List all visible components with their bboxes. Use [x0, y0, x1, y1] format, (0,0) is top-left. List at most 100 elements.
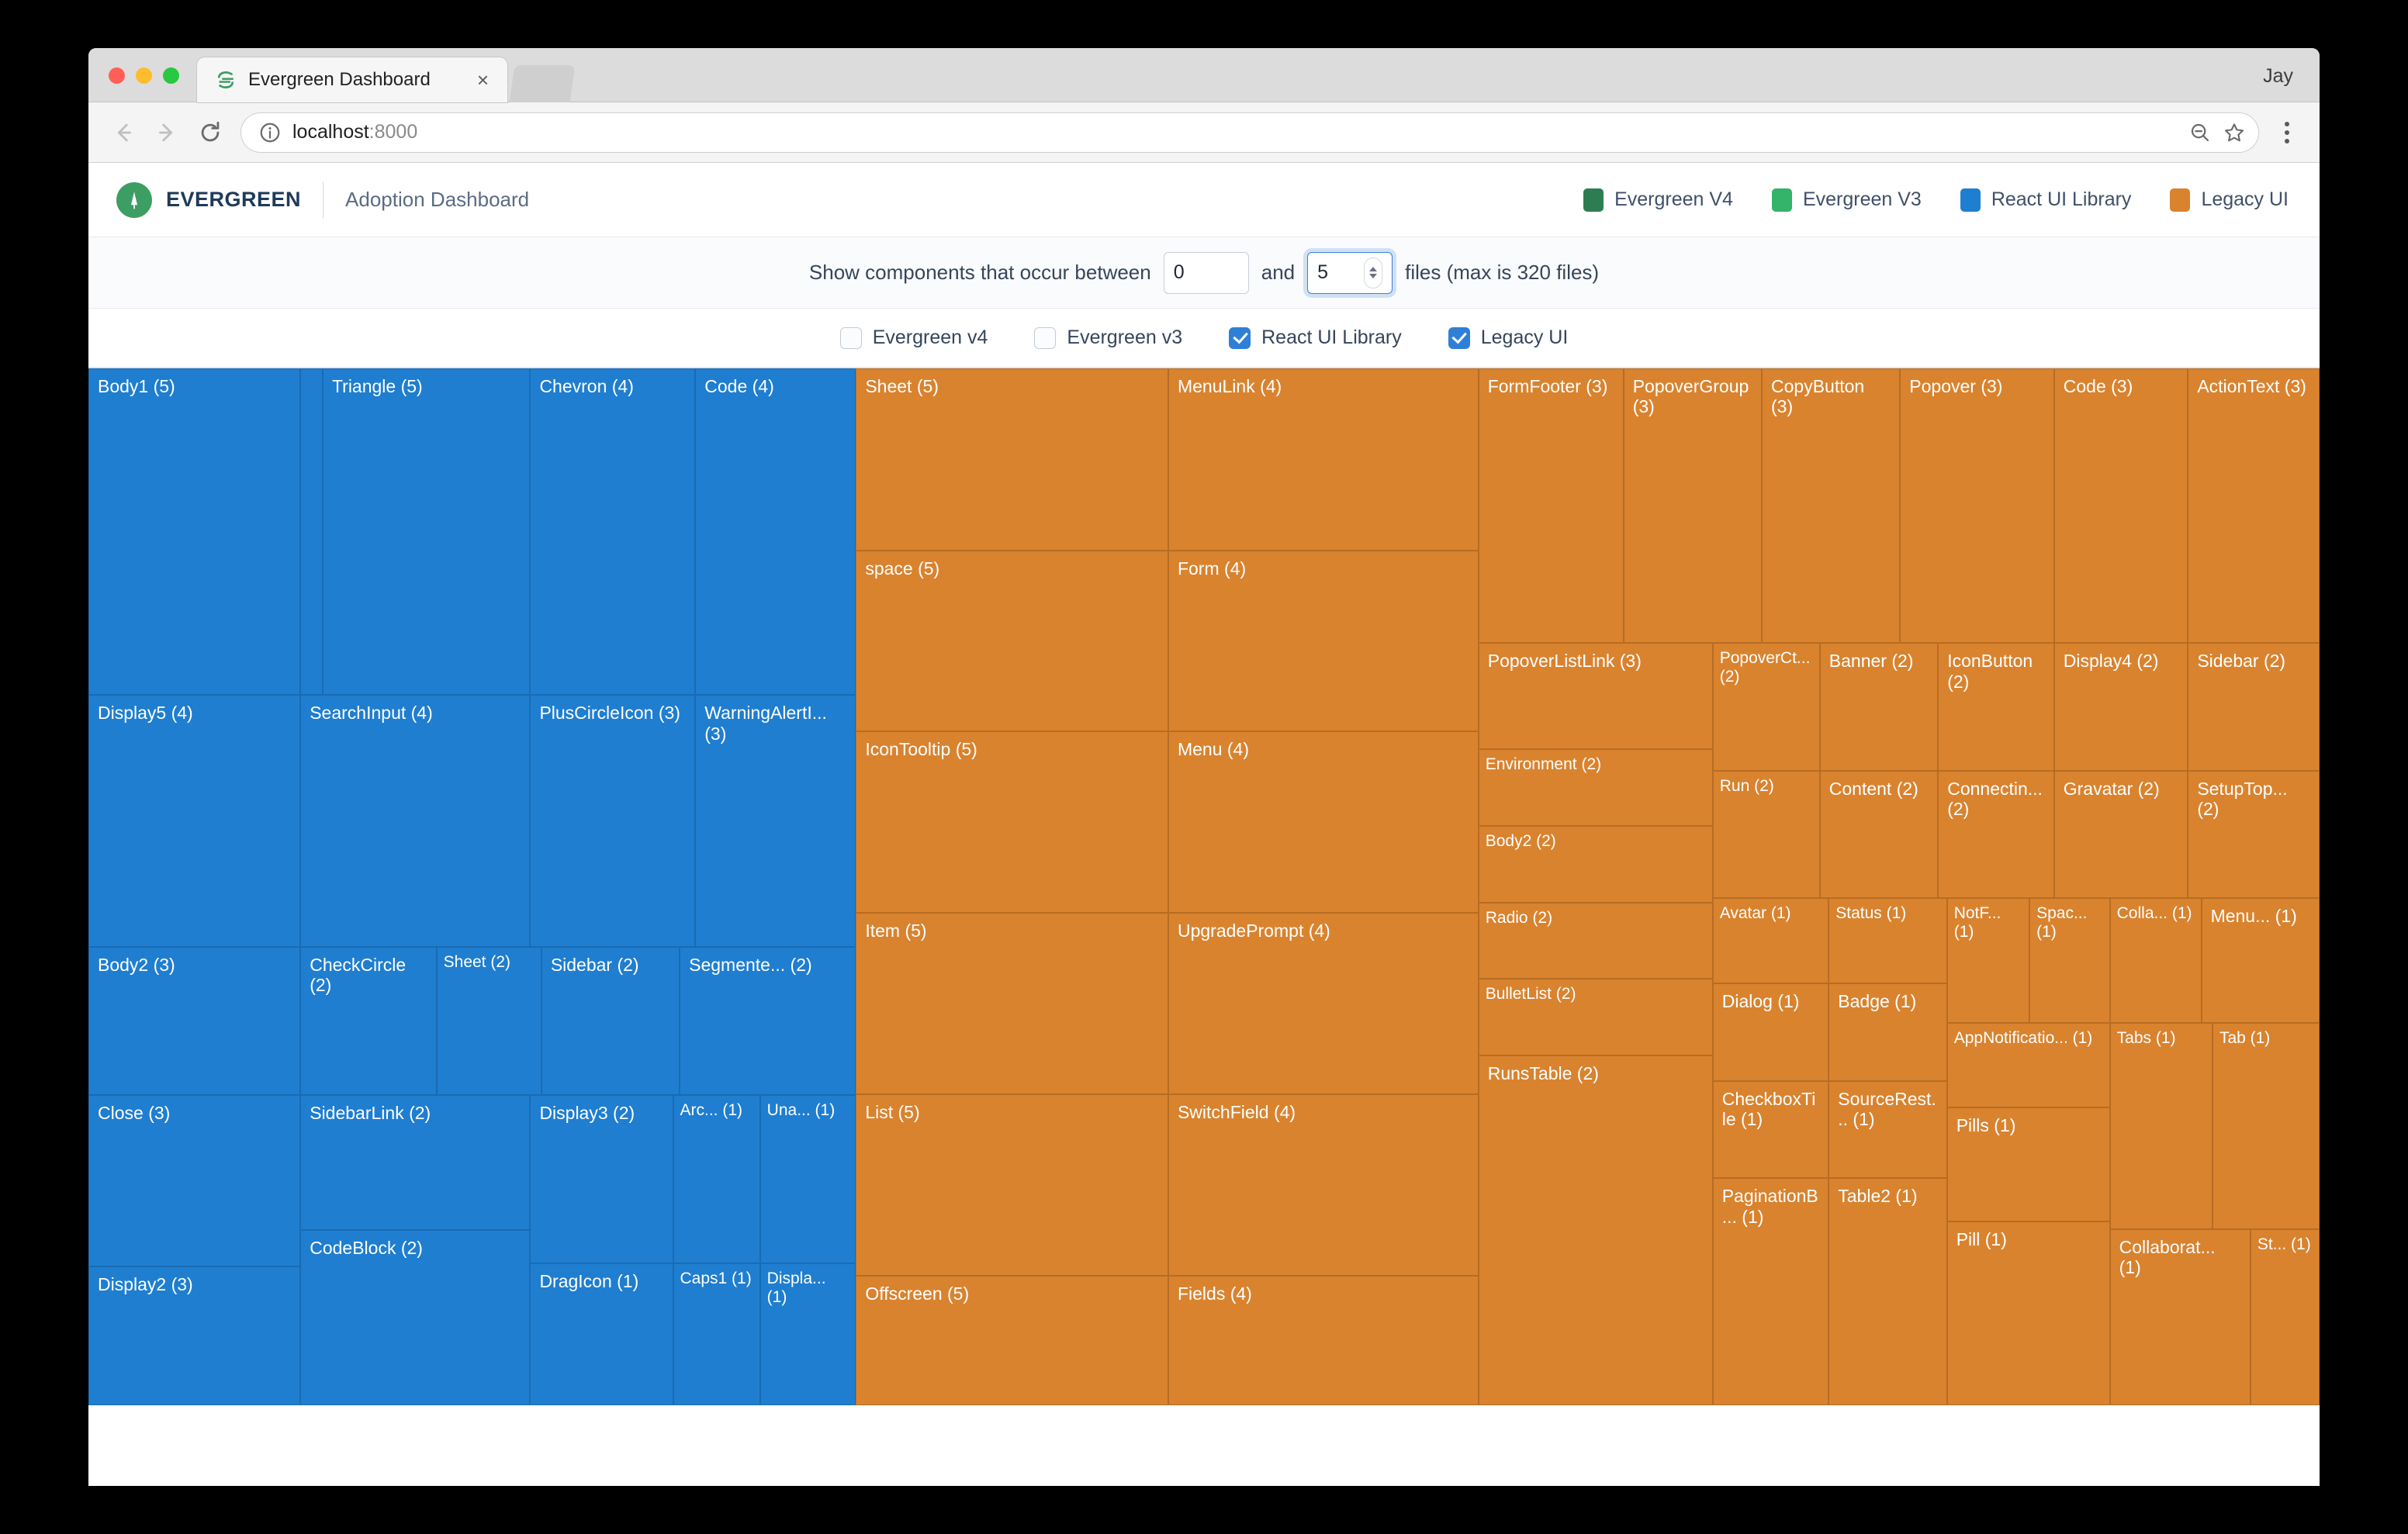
treemap-cell[interactable] [300, 368, 323, 695]
treemap-cell[interactable]: Displa... (1) [760, 1263, 856, 1405]
treemap-cell[interactable]: Connectin... (2) [1938, 771, 2054, 898]
treemap-cell[interactable]: Sheet (2) [437, 947, 541, 1095]
treemap-cell[interactable]: Una... (1) [760, 1095, 856, 1263]
tab-strip[interactable]: Evergreen Dashboard × [197, 57, 573, 102]
treemap-cell[interactable]: DragIcon (1) [530, 1263, 673, 1405]
treemap-cell[interactable]: Caps1 (1) [673, 1263, 760, 1405]
address-bar[interactable]: localhost:8000 [240, 112, 2259, 153]
window-controls[interactable] [109, 67, 179, 84]
new-tab-button[interactable] [510, 65, 576, 102]
treemap-cell[interactable]: Item (5) [856, 913, 1168, 1094]
treemap-cell[interactable]: SearchInput (4) [300, 695, 530, 947]
stepper-down-icon[interactable] [1369, 274, 1377, 278]
min-files-input[interactable]: 0 [1164, 252, 1249, 294]
treemap-cell[interactable]: BulletList (2) [1479, 979, 1713, 1055]
treemap-cell[interactable]: Triangle (5) [323, 368, 530, 695]
treemap-cell[interactable]: IconTooltip (5) [856, 731, 1168, 913]
treemap-cell[interactable]: Table2 (1) [1828, 1178, 1946, 1405]
treemap-cell[interactable]: Pills (1) [1947, 1107, 2110, 1221]
treemap-cell[interactable]: PaginationB... (1) [1713, 1178, 1829, 1405]
browser-tab[interactable]: Evergreen Dashboard × [197, 57, 507, 102]
component-usage-treemap[interactable]: Body1 (5)Triangle (5)Chevron (4)Code (4)… [88, 368, 2320, 1405]
treemap-cell[interactable]: CopyButton (3) [1762, 368, 1900, 643]
treemap-cell[interactable]: Run (2) [1713, 771, 1820, 898]
treemap-cell[interactable]: PopoverGroup (3) [1624, 368, 1762, 643]
zoom-out-icon[interactable] [2188, 121, 2212, 144]
treemap-cell[interactable]: Fields (4) [1168, 1276, 1479, 1405]
treemap-cell[interactable]: RunsTable (2) [1479, 1055, 1713, 1405]
treemap-cell[interactable]: Menu... (1) [2202, 898, 2320, 1022]
checkbox-evergreen-v3[interactable]: Evergreen v3 [1034, 326, 1182, 349]
treemap-cell[interactable]: Close (3) [88, 1095, 300, 1266]
treemap-cell[interactable]: Body2 (3) [88, 947, 300, 1095]
maximize-window-button[interactable] [163, 67, 179, 84]
treemap-cell[interactable]: CheckCircle (2) [300, 947, 436, 1095]
treemap-cell[interactable]: St... (1) [2251, 1229, 2320, 1405]
treemap-cell[interactable]: Arc... (1) [673, 1095, 760, 1263]
treemap-cell[interactable]: Radio (2) [1479, 903, 1713, 979]
treemap-cell[interactable]: Pill (1) [1947, 1221, 2110, 1405]
treemap-cell[interactable]: Content (2) [1820, 771, 1938, 898]
number-stepper[interactable] [1364, 257, 1382, 288]
treemap-cell[interactable]: Sidebar (2) [2188, 643, 2320, 770]
url-text[interactable]: localhost:8000 [292, 121, 2178, 143]
treemap-cell[interactable]: PopoverCt... (2) [1713, 643, 1820, 770]
treemap-cell[interactable]: MenuLink (4) [1168, 368, 1479, 551]
brand[interactable]: EVERGREEN [116, 182, 301, 218]
treemap-cell[interactable]: Sidebar (2) [541, 947, 680, 1095]
treemap-cell[interactable]: Segmente... (2) [680, 947, 856, 1095]
checkbox-react-ui-library[interactable]: React UI Library [1229, 326, 1402, 349]
checkbox-evergreen-v4[interactable]: Evergreen v4 [840, 326, 988, 349]
close-tab-icon[interactable]: × [472, 70, 493, 90]
treemap-cell[interactable]: Sheet (5) [856, 368, 1168, 551]
treemap-cell[interactable]: SwitchField (4) [1168, 1094, 1479, 1276]
treemap-cell[interactable]: NotF... (1) [1947, 898, 2029, 1022]
treemap-cell[interactable]: PopoverListLink (3) [1479, 643, 1713, 748]
treemap-cell[interactable]: Display2 (3) [88, 1266, 300, 1405]
treemap-cell[interactable]: Colla... (1) [2110, 898, 2202, 1022]
treemap-cell[interactable]: AppNotificatio... (1) [1947, 1023, 2110, 1108]
treemap-cell[interactable]: Gravatar (2) [2054, 771, 2188, 898]
treemap-cell[interactable]: SetupTop... (2) [2188, 771, 2320, 898]
treemap-cell[interactable]: Form (4) [1168, 551, 1479, 731]
checkbox-box-icon[interactable] [1034, 327, 1056, 349]
treemap-cell[interactable]: Popover (3) [1900, 368, 2053, 643]
treemap-cell[interactable]: IconButton (2) [1938, 643, 2054, 770]
treemap-cell[interactable]: Banner (2) [1820, 643, 1938, 770]
treemap-cell[interactable]: Collaborat... (1) [2110, 1229, 2251, 1405]
treemap-cell[interactable]: Code (4) [695, 368, 856, 695]
close-window-button[interactable] [109, 67, 125, 84]
treemap-cell[interactable]: Badge (1) [1828, 983, 1946, 1081]
treemap-cell[interactable]: Code (3) [2054, 368, 2188, 643]
treemap-cell[interactable]: Environment (2) [1479, 749, 1713, 826]
treemap-cell[interactable]: Tabs (1) [2110, 1023, 2213, 1229]
stepper-up-icon[interactable] [1369, 267, 1377, 271]
treemap-cell[interactable]: UpgradePrompt (4) [1168, 913, 1479, 1094]
treemap-cell[interactable]: Dialog (1) [1713, 983, 1829, 1081]
page-info-icon[interactable] [258, 121, 282, 144]
treemap-cell[interactable]: Body1 (5) [88, 368, 300, 695]
forward-icon[interactable] [154, 119, 180, 146]
browser-menu-icon[interactable] [2276, 122, 2298, 143]
treemap-cell[interactable]: Display5 (4) [88, 695, 300, 947]
reload-icon[interactable] [197, 119, 223, 146]
treemap-cell[interactable]: Menu (4) [1168, 731, 1479, 913]
max-files-input[interactable]: 5 [1307, 252, 1393, 294]
treemap-cell[interactable]: FormFooter (3) [1479, 368, 1624, 643]
treemap-cell[interactable]: CodeBlock (2) [300, 1230, 530, 1405]
checkbox-checked-icon[interactable] [1229, 327, 1251, 349]
treemap-cell[interactable]: space (5) [856, 551, 1168, 731]
treemap-cell[interactable]: SourceRest... (1) [1828, 1081, 1946, 1179]
user-profile-label[interactable]: Jay [2263, 65, 2293, 88]
back-icon[interactable] [110, 119, 137, 146]
checkbox-checked-icon[interactable] [1448, 327, 1470, 349]
treemap-cell[interactable]: Display3 (2) [530, 1095, 673, 1263]
minimize-window-button[interactable] [136, 67, 152, 84]
treemap-cell[interactable]: List (5) [856, 1094, 1168, 1276]
treemap-cell[interactable]: Spac... (1) [2029, 898, 2110, 1022]
treemap-cell[interactable]: WarningAlertI... (3) [695, 695, 856, 947]
treemap-cell[interactable]: Offscreen (5) [856, 1276, 1168, 1405]
checkbox-box-icon[interactable] [840, 327, 862, 349]
treemap-cell[interactable]: SidebarLink (2) [300, 1095, 530, 1230]
treemap-cell[interactable]: CheckboxTile (1) [1713, 1081, 1829, 1179]
